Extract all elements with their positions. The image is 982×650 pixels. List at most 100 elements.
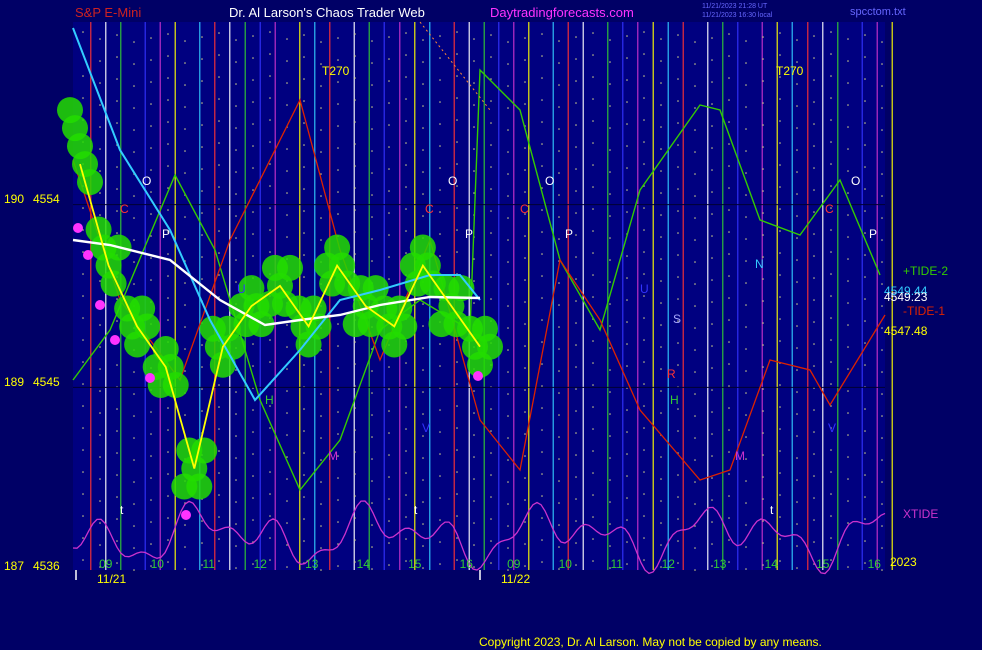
dot	[643, 97, 645, 99]
dot	[337, 323, 339, 325]
marker-label: P	[869, 227, 877, 241]
dot	[337, 103, 339, 105]
dot	[796, 347, 798, 349]
dot	[728, 407, 730, 409]
dot	[694, 151, 696, 153]
dot	[201, 388, 203, 390]
dot	[405, 406, 407, 408]
dot	[558, 128, 560, 130]
dot	[167, 473, 169, 475]
dot	[116, 430, 118, 432]
dot	[235, 149, 237, 151]
dot	[371, 40, 373, 42]
dot	[473, 390, 475, 392]
dot	[82, 317, 84, 319]
dot	[99, 390, 101, 392]
dot	[167, 99, 169, 101]
dot	[99, 456, 101, 458]
dot	[184, 568, 186, 570]
dot	[167, 495, 169, 497]
dot	[575, 234, 577, 236]
dot	[235, 61, 237, 63]
dot	[677, 408, 679, 410]
dot	[541, 495, 543, 497]
dot	[405, 142, 407, 144]
dot	[320, 547, 322, 549]
dot	[133, 261, 135, 263]
dot	[626, 189, 628, 191]
dot	[99, 346, 101, 348]
dot	[541, 319, 543, 321]
dot	[524, 37, 526, 39]
dot	[830, 163, 832, 165]
dot	[150, 169, 152, 171]
dot	[847, 280, 849, 282]
dot	[711, 455, 713, 457]
dot	[524, 565, 526, 567]
dot	[82, 383, 84, 385]
dot	[643, 361, 645, 363]
dot	[745, 106, 747, 108]
site-url[interactable]: Daytradingforecasts.com	[490, 5, 634, 20]
dot	[796, 215, 798, 217]
dot	[660, 236, 662, 238]
dot	[235, 259, 237, 261]
dot	[286, 192, 288, 194]
dot	[167, 319, 169, 321]
dot	[167, 121, 169, 123]
dot	[490, 540, 492, 542]
dot	[235, 83, 237, 85]
dot	[864, 78, 866, 80]
dot	[796, 105, 798, 107]
dot	[745, 238, 747, 240]
dot	[235, 545, 237, 547]
dot	[847, 148, 849, 150]
x-hour-label: 15	[408, 557, 422, 571]
dot	[881, 173, 883, 175]
dot	[405, 428, 407, 430]
dot	[439, 57, 441, 59]
dot	[796, 237, 798, 239]
dot	[660, 456, 662, 458]
dot	[116, 210, 118, 212]
dot	[99, 434, 101, 436]
x-hour-label: 16	[868, 557, 882, 571]
dot	[558, 84, 560, 86]
dot	[592, 538, 594, 540]
dot	[796, 193, 798, 195]
x-hour-label: 15	[816, 557, 830, 571]
dot	[371, 260, 373, 262]
dot	[881, 415, 883, 417]
dot	[218, 32, 220, 34]
dot	[490, 188, 492, 190]
dot	[422, 435, 424, 437]
dot	[269, 449, 271, 451]
dot	[507, 503, 509, 505]
dot	[320, 195, 322, 197]
dot	[524, 103, 526, 105]
dot	[133, 85, 135, 87]
dot	[269, 75, 271, 77]
dot	[762, 454, 764, 456]
marker-label: R	[667, 367, 676, 381]
dot	[694, 85, 696, 87]
dot	[133, 283, 135, 285]
dot	[320, 437, 322, 439]
dot	[337, 389, 339, 391]
dot	[558, 216, 560, 218]
dot	[388, 36, 390, 38]
dot	[150, 433, 152, 435]
dot	[779, 98, 781, 100]
dot	[82, 559, 84, 561]
dot	[82, 75, 84, 77]
dot	[711, 521, 713, 523]
dot	[269, 97, 271, 99]
dot	[354, 165, 356, 167]
dot	[354, 363, 356, 365]
dot	[524, 81, 526, 83]
dot	[269, 537, 271, 539]
dot	[575, 454, 577, 456]
dot	[643, 119, 645, 121]
dot	[711, 323, 713, 325]
dot	[558, 172, 560, 174]
